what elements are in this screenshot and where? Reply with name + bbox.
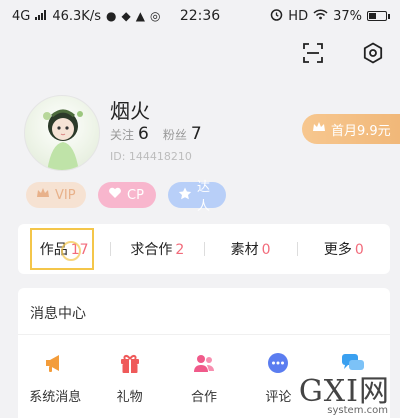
comment-icon — [265, 350, 291, 376]
chat-item[interactable] — [316, 350, 390, 405]
cooperation-item[interactable]: 合作 — [167, 350, 241, 405]
crown-icon — [36, 187, 50, 203]
heart-icon — [108, 187, 122, 203]
nickname: 烟火 — [110, 99, 150, 123]
tab-materials[interactable]: 素材 0 — [205, 239, 297, 259]
bell-notification-icon: ▲ — [135, 9, 145, 23]
tab-seek-cooperation-label: 求合作 — [130, 242, 173, 258]
users-icon — [191, 350, 217, 376]
daren-label: 达人 — [197, 180, 211, 214]
vip-label: VIP — [55, 187, 76, 203]
scan-icon[interactable] — [300, 40, 326, 66]
comment-label: 评论 — [265, 390, 292, 405]
tab-works-label: 作品 — [39, 242, 68, 258]
first-month-promo-button[interactable]: 首月9.9元 — [302, 114, 400, 144]
signal-icon — [35, 9, 47, 24]
network-indicator: 4G — [12, 8, 31, 24]
tab-more-label: 更多 — [323, 242, 352, 258]
alarm-icon — [270, 8, 283, 25]
megaphone-icon — [42, 350, 68, 376]
app-notification-icon: ● — [105, 9, 117, 23]
cp-badge[interactable]: CP — [98, 182, 156, 208]
system-message-item[interactable]: 系统消息 — [18, 350, 92, 405]
message-categories: 系统消息 礼物 合作 评论 — [18, 350, 390, 405]
tab-works[interactable]: 作品 17 — [18, 239, 110, 259]
daren-badge[interactable]: 达人 — [168, 180, 226, 214]
fans-count[interactable]: 7 — [191, 124, 202, 144]
works-tabs: 作品 17 求合作 2 素材 0 更多 0 — [18, 224, 390, 274]
sync-notification-icon: ◎ — [149, 9, 161, 23]
tab-materials-label: 素材 — [230, 242, 259, 258]
comment-item[interactable]: 评论 — [241, 350, 315, 405]
tab-more-count: 0 — [354, 242, 364, 258]
cp-label: CP — [127, 187, 144, 203]
top-actions — [300, 40, 386, 66]
cooperation-label: 合作 — [190, 390, 217, 405]
fans-label: 粉丝 — [162, 128, 187, 142]
follow-count[interactable]: 6 — [138, 124, 149, 144]
hd-indicator: HD — [288, 8, 309, 24]
divider — [18, 334, 390, 335]
star-icon — [178, 187, 192, 204]
gift-item[interactable]: 礼物 — [92, 350, 166, 405]
chat-notification-icon: ◆ — [121, 9, 131, 23]
tab-works-count: 17 — [70, 242, 89, 258]
status-bar: 4G 46.3K/s ● ◆ ▲ ◎ 22:36 HD 37% — [0, 0, 400, 32]
tab-seek-cooperation[interactable]: 求合作 2 — [111, 239, 203, 259]
tab-seek-cooperation-count: 2 — [175, 242, 185, 258]
status-right: HD 37% — [270, 8, 390, 25]
user-id: ID: 144418210 — [110, 150, 192, 163]
message-center: 消息中心 系统消息 礼物 合作 评论 — [18, 288, 390, 418]
tab-more[interactable]: 更多 0 — [298, 239, 390, 259]
gift-icon — [117, 350, 143, 376]
crown-icon — [312, 121, 326, 137]
status-left: 4G 46.3K/s ● ◆ ▲ ◎ — [12, 9, 160, 24]
badge-row: VIP CP 达人 — [26, 180, 226, 214]
follow-stats: 关注 6 粉丝 7 — [110, 124, 212, 144]
battery-percent: 37% — [333, 8, 362, 24]
tab-materials-count: 0 — [261, 242, 271, 258]
settings-icon[interactable] — [360, 40, 386, 66]
message-center-title: 消息中心 — [30, 306, 86, 322]
avatar[interactable] — [24, 95, 100, 171]
network-speed: 46.3K/s — [52, 8, 101, 24]
wifi-icon — [313, 8, 328, 24]
gift-label: 礼物 — [116, 390, 143, 405]
promo-label: 首月9.9元 — [331, 123, 391, 139]
chat-icon — [340, 350, 366, 376]
battery-icon — [367, 11, 390, 21]
vip-badge[interactable]: VIP — [26, 182, 86, 208]
system-message-label: 系统消息 — [29, 390, 82, 405]
follow-label: 关注 — [110, 128, 135, 142]
